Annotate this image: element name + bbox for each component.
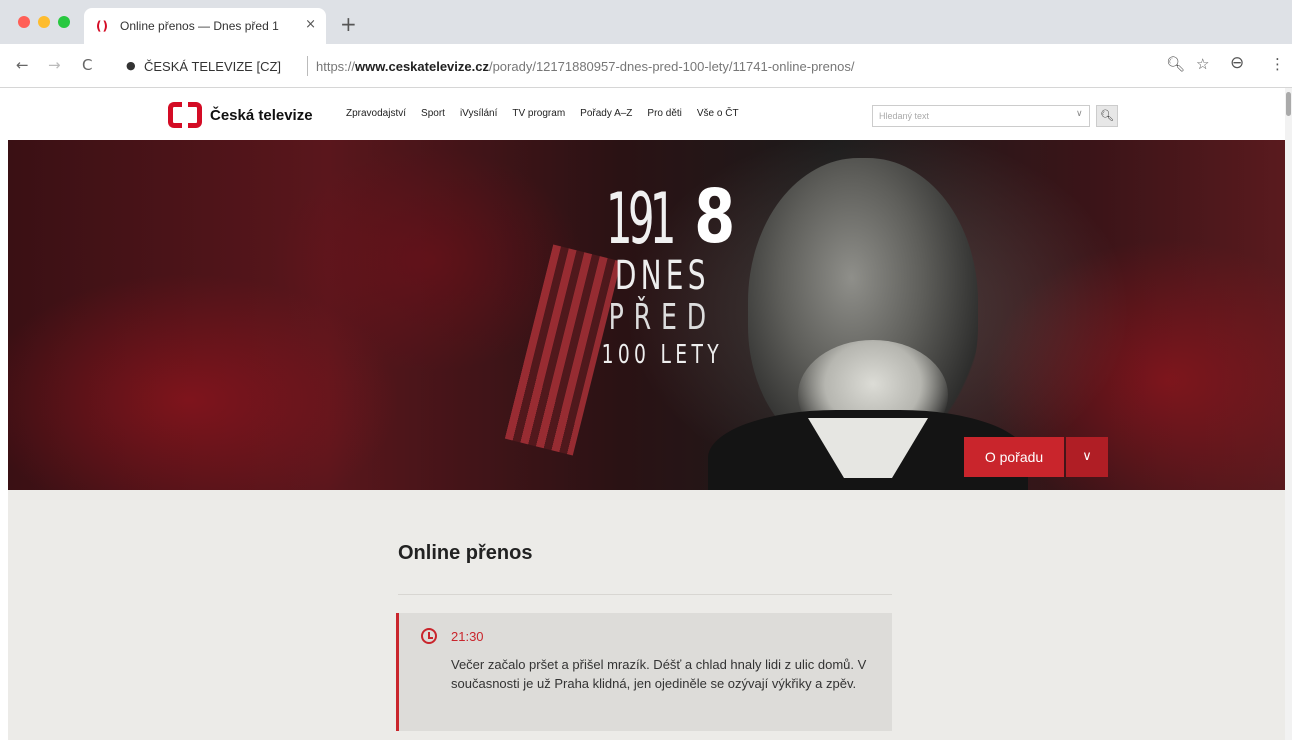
ct-logo[interactable]: Česká televize bbox=[168, 102, 313, 128]
hero-year-thin: 191 bbox=[605, 178, 677, 260]
maximize-window-button[interactable] bbox=[58, 16, 70, 28]
clock-icon bbox=[421, 628, 437, 644]
browser-tabstrip: () Online přenos — Dnes před 1 × + bbox=[0, 0, 1292, 44]
url-path: /porady/12171880957-dnes-pred-100-lety/1… bbox=[488, 59, 855, 74]
minimize-window-button[interactable] bbox=[38, 16, 50, 28]
about-show-button[interactable]: O pořadu bbox=[964, 437, 1064, 477]
hero-banner: 191 8 DNES PŘED 100 LETY O pořadu ∨ bbox=[8, 140, 1285, 490]
site-header: Česká televize Zpravodajství Sport iVysí… bbox=[0, 88, 1285, 140]
nav-item-pro-deti[interactable]: Pro děti bbox=[647, 108, 681, 119]
nav-item-zpravodajstvi[interactable]: Zpravodajství bbox=[346, 108, 406, 119]
search-dropdown-icon[interactable]: ∨ bbox=[1076, 109, 1083, 119]
live-entry: 21:30 Večer začalo pršet a přišel mrazík… bbox=[396, 613, 892, 731]
address-bar[interactable]: ● ČESKÁ TELEVIZE [CZ] https://www.ceskat… bbox=[110, 51, 1140, 81]
divider bbox=[398, 594, 892, 595]
site-identity: ČESKÁ TELEVIZE [CZ] bbox=[144, 59, 282, 74]
tab-title: Online přenos — Dnes před 1 bbox=[120, 19, 283, 33]
close-window-button[interactable] bbox=[18, 16, 30, 28]
hero-line-100-lety: 100 LETY bbox=[601, 340, 723, 370]
url-scheme: https:// bbox=[316, 59, 356, 74]
logo-text: Česká televize bbox=[210, 106, 313, 124]
nav-item-ivysilani[interactable]: iVysílání bbox=[460, 108, 497, 119]
chevron-down-icon[interactable]: ∨ bbox=[1066, 437, 1108, 477]
hero-line-dnes: DNES bbox=[614, 253, 710, 299]
page-title: Online přenos bbox=[398, 542, 533, 564]
favicon-icon: () bbox=[96, 19, 109, 33]
ct-logo-icon bbox=[168, 102, 202, 128]
entry-time: 21:30 bbox=[451, 629, 484, 644]
address-separator bbox=[307, 56, 308, 76]
search-input[interactable] bbox=[873, 106, 1063, 126]
hero-line-pred: PŘED bbox=[608, 297, 716, 338]
back-button[interactable]: ← bbox=[16, 56, 29, 74]
entry-text: Večer začalo pršet a přišel mrazík. Déšť… bbox=[451, 657, 867, 691]
reload-button[interactable]: C bbox=[82, 56, 92, 74]
scrollbar-thumb[interactable] bbox=[1286, 92, 1291, 116]
forward-button[interactable]: → bbox=[48, 56, 61, 74]
profile-icon[interactable]: ⊖ bbox=[1230, 53, 1244, 73]
main-nav: Zpravodajství Sport iVysílání TV program… bbox=[346, 108, 754, 119]
search-box bbox=[872, 105, 1090, 127]
tab-close-icon[interactable]: × bbox=[305, 17, 316, 32]
url-host: www.ceskatelevize.cz bbox=[355, 59, 489, 74]
nav-item-vse-o-ct[interactable]: Vše o ČT bbox=[697, 108, 739, 119]
bookmark-star-icon[interactable]: ☆ bbox=[1196, 55, 1209, 73]
browser-menu-icon[interactable]: ⋮ bbox=[1270, 55, 1285, 73]
url-text[interactable]: https://www.ceskatelevize.cz/porady/1217… bbox=[316, 59, 854, 74]
nav-item-tv-program[interactable]: TV program bbox=[512, 108, 565, 119]
browser-tab-active[interactable]: () Online přenos — Dnes před 1 × bbox=[84, 8, 326, 44]
show-title-graphic: 191 8 DNES PŘED 100 LETY bbox=[578, 180, 747, 368]
browser-toolbar: ← → C ● ČESKÁ TELEVIZE [CZ] https://www.… bbox=[0, 44, 1292, 88]
nav-item-porady-a-z[interactable]: Pořady A–Z bbox=[580, 108, 632, 119]
lock-icon[interactable]: ● bbox=[126, 59, 136, 72]
zoom-icon[interactable]: 🔍︎ bbox=[1166, 55, 1185, 73]
hero-year-bold: 8 bbox=[694, 174, 736, 260]
new-tab-button[interactable]: + bbox=[340, 12, 357, 36]
search-button[interactable]: 🔍︎ bbox=[1096, 105, 1118, 127]
nav-item-sport[interactable]: Sport bbox=[421, 108, 445, 119]
page-scrollbar[interactable] bbox=[1285, 88, 1292, 740]
main-content: Online přenos 21:30 Večer začalo pršet a… bbox=[8, 490, 1285, 740]
